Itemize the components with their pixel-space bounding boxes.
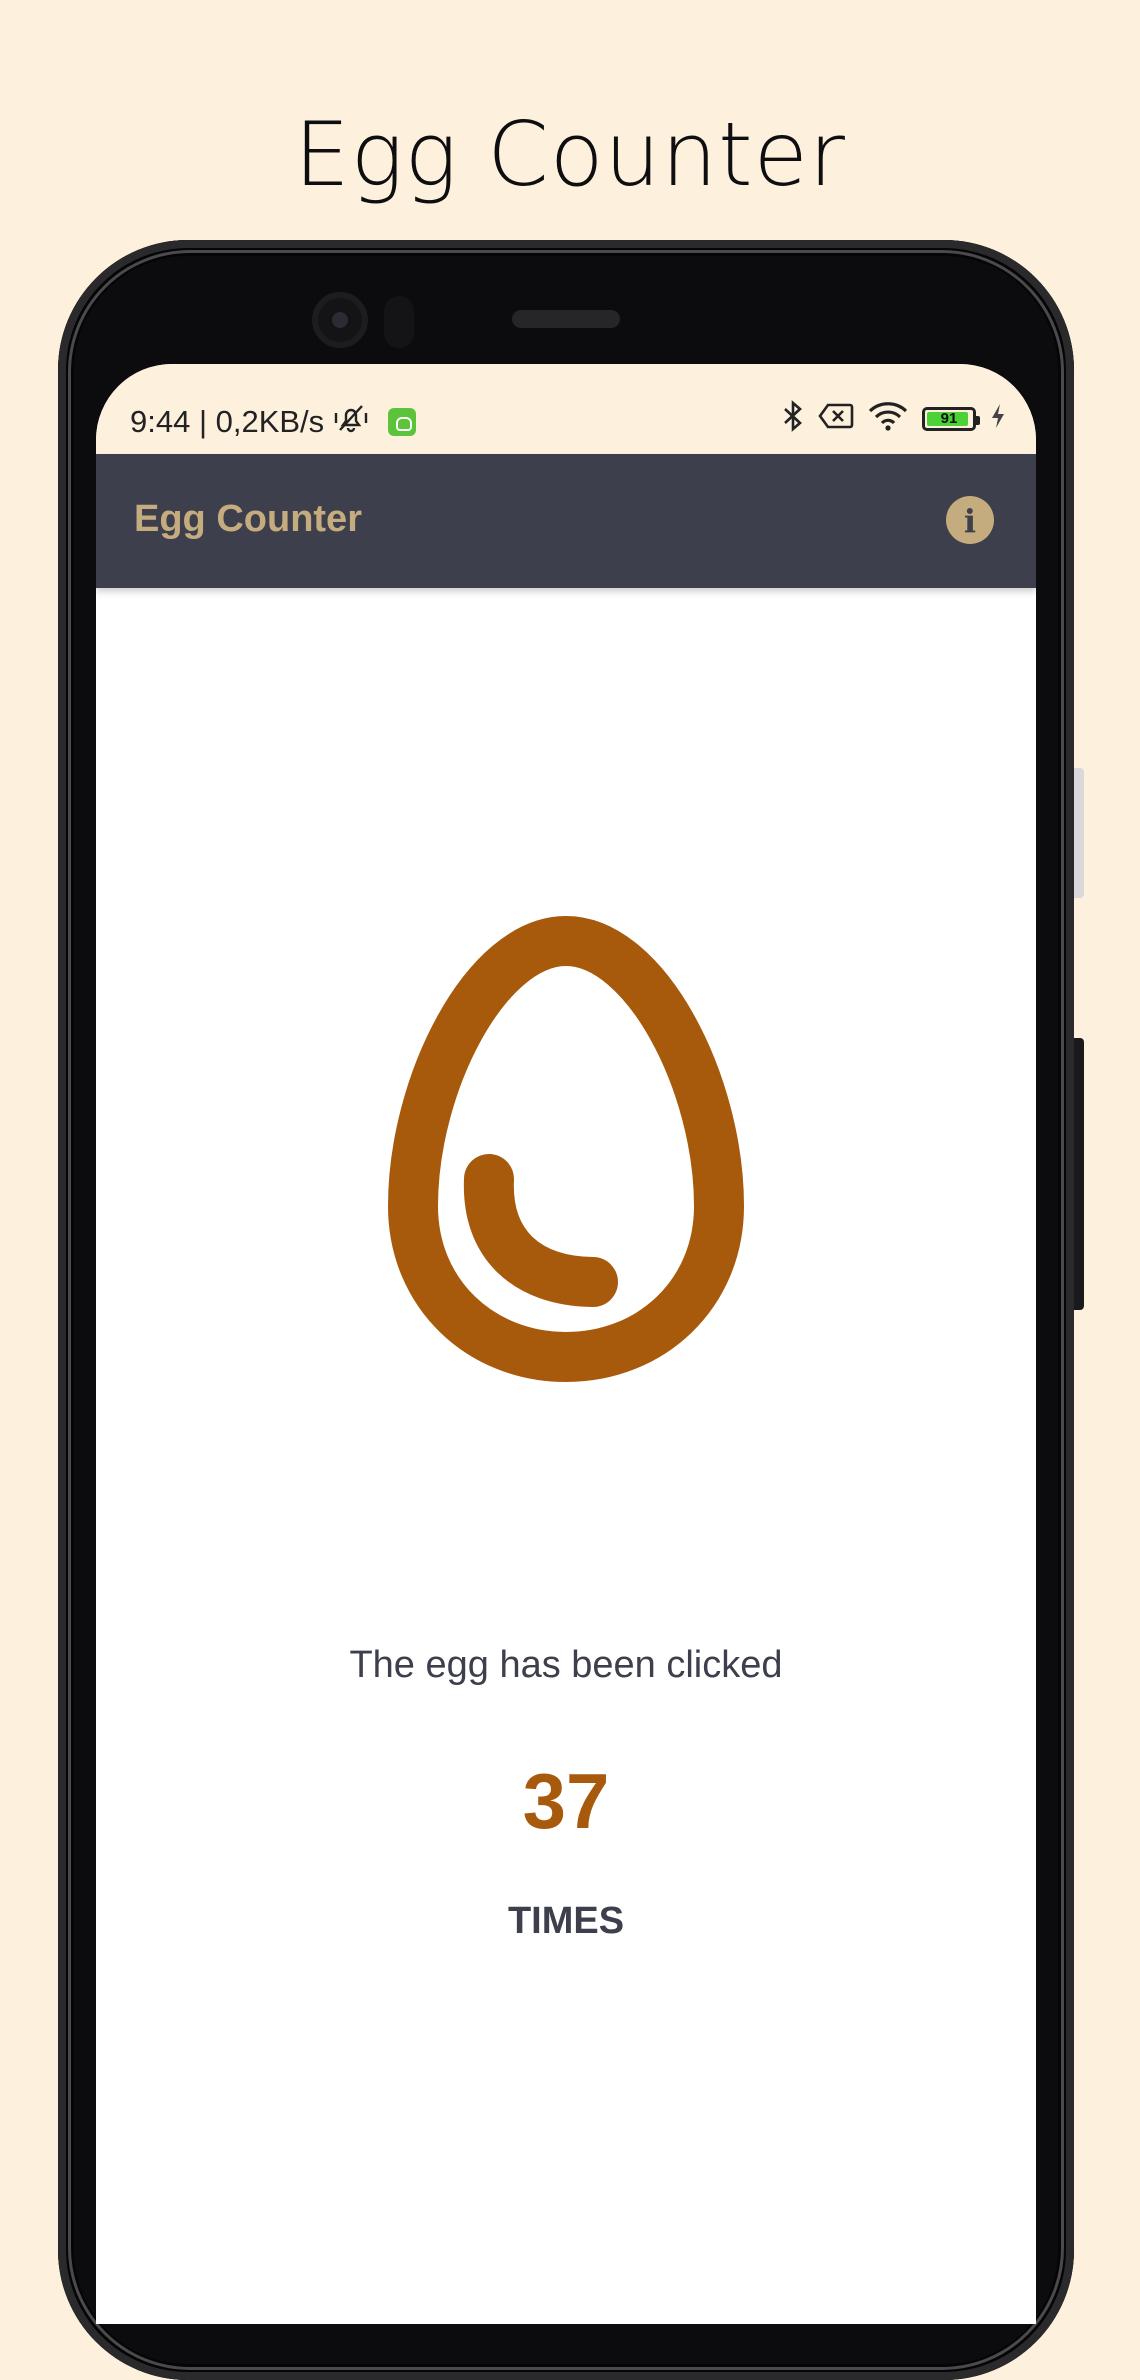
egg-icon: [388, 916, 744, 1382]
battery-icon: 91: [922, 406, 980, 431]
info-icon: i: [963, 502, 977, 540]
status-time-speed: 9:44 | 0,2KB/s: [130, 404, 325, 439]
click-caption: The egg has been clicked: [349, 1644, 783, 1686]
earpiece-speaker: [512, 310, 620, 328]
no-sim-icon: [818, 402, 854, 435]
phone-power-button: [1074, 1038, 1084, 1310]
info-button[interactable]: i: [946, 496, 994, 544]
app-notification-icon: [388, 408, 417, 436]
wifi-icon: [868, 401, 908, 436]
phone-side-button: [1074, 768, 1084, 898]
phone-screen: 9:44 | 0,2KB/s 91 Egg Counter i The egg …: [96, 364, 1036, 2324]
proximity-sensor: [384, 296, 414, 348]
app-bar: Egg Counter i: [96, 454, 1036, 588]
front-camera: [312, 292, 368, 348]
promo-title: Egg Counter: [294, 103, 846, 206]
battery-level: 91: [940, 410, 958, 427]
charging-icon: [990, 402, 1006, 435]
times-label: TIMES: [507, 1900, 625, 1942]
click-count: 37: [522, 1757, 610, 1845]
bluetooth-icon: [782, 400, 804, 437]
status-bar: 9:44 | 0,2KB/s 91: [96, 364, 1036, 454]
egg-button[interactable]: [386, 914, 746, 1384]
app-bar-title: Egg Counter: [134, 498, 362, 540]
mute-bell-icon: [332, 402, 370, 442]
